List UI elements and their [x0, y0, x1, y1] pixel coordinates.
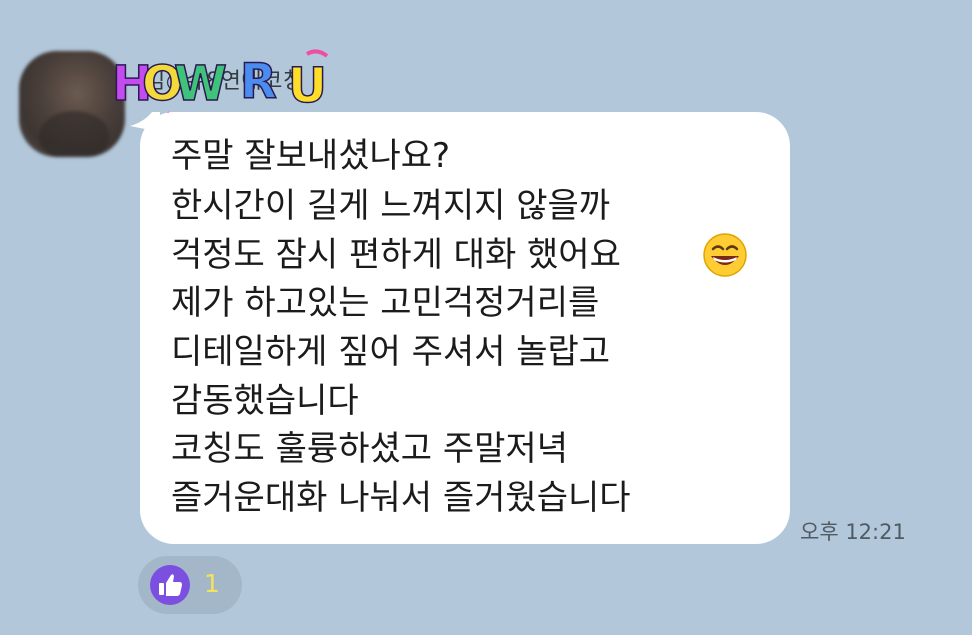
sender-avatar[interactable] — [19, 51, 125, 157]
message-line: 걱정도 잠시 편하게 대화 했어요 — [171, 235, 621, 275]
message-line: 한시간이 길게 느껴지지 않을까 — [171, 186, 611, 226]
message-line: 주말 잘보내셨나요? — [171, 136, 451, 176]
reaction-count: 1 — [204, 569, 220, 598]
svg-text:R: R — [240, 54, 277, 110]
message-timestamp: 오후 12:21 — [800, 520, 906, 544]
svg-text:U: U — [288, 58, 327, 114]
message-line: 감동했습니다 — [171, 381, 359, 421]
svg-text:W: W — [174, 56, 227, 112]
message-line: 디테일하게 짚어 주셔서 놀랍고 — [171, 332, 611, 372]
thumbs-up-icon[interactable] — [150, 565, 190, 605]
message-line: 즐거운대화 나눠서 즐거웠습니다 — [171, 478, 631, 518]
message-line: 제가 하고있는 고민걱정거리를 — [171, 283, 600, 323]
grinning-face-icon — [703, 233, 747, 277]
message-line: 코칭도 훌륭하셨고 주말저녁 — [171, 429, 568, 469]
bubble-tail — [130, 112, 160, 132]
